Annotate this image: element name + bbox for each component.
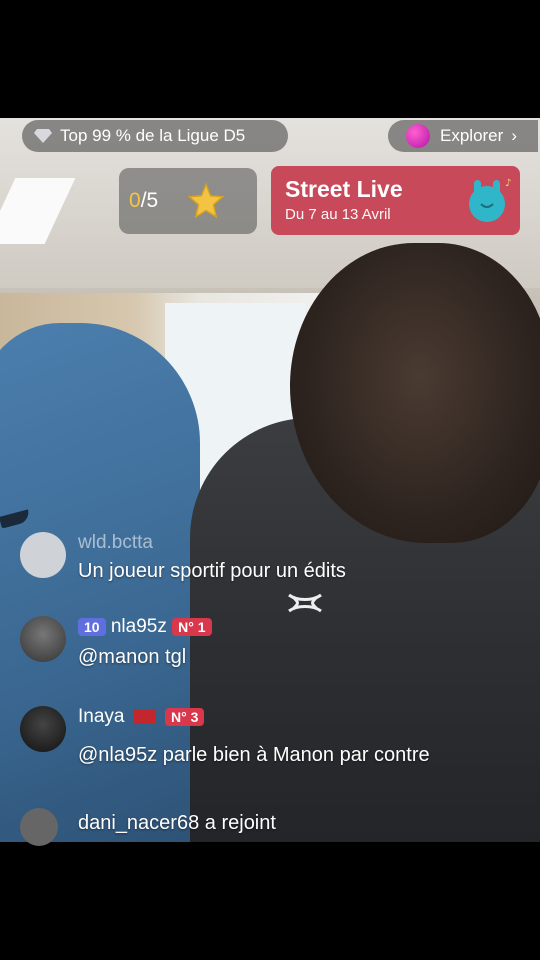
comment-username[interactable]: wld.bctta — [78, 532, 153, 554]
comment-text: @manon tgl — [78, 646, 187, 668]
rock-hand-icon: ♪ — [469, 178, 511, 222]
comment-text: Un joueur sportif pour un édits — [78, 560, 346, 582]
comment-username: nla95z — [110, 616, 167, 637]
comment-text: @nla95z parle bien à Manon par contre — [78, 744, 430, 766]
league-rank-text: Top 99 % de la Ligue D5 — [60, 126, 246, 145]
svg-text:♪: ♪ — [505, 178, 511, 189]
banner-dates: Du 7 au 13 Avril — [285, 206, 391, 223]
join-text: dani_nacer68 a rejoint — [78, 812, 276, 834]
explore-label: Explorer — [440, 126, 504, 145]
flag-icon — [133, 709, 156, 725]
avatar[interactable] — [20, 706, 66, 752]
avatar[interactable] — [20, 532, 66, 578]
explore-icon — [406, 124, 430, 148]
comment-username-row[interactable]: Inaya N° 3 — [78, 706, 205, 728]
street-live-banner[interactable]: Street Live Du 7 au 13 Avril ♪ — [271, 166, 520, 235]
under-armour-logo — [288, 593, 322, 613]
star-icon — [188, 183, 225, 219]
explore-button[interactable]: Explorer › — [388, 120, 538, 152]
avatar[interactable] — [20, 616, 66, 662]
banner-title: Street Live — [285, 176, 403, 202]
goal-progress-widget[interactable]: 0/5 — [119, 168, 257, 234]
diamond-icon — [34, 129, 52, 143]
rank-badge: N° 3 — [165, 707, 205, 726]
level-badge: 10 — [78, 617, 106, 636]
wave-hand-icon — [20, 808, 58, 846]
chevron-right-icon: › — [511, 126, 517, 145]
comment-username-row[interactable]: 10 nla95z N° 1 — [78, 616, 212, 638]
league-rank-pill[interactable]: Top 99 % de la Ligue D5 — [22, 120, 288, 152]
rank-badge: N° 1 — [172, 617, 212, 636]
goal-progress: 0/5 — [129, 189, 159, 212]
comment-username: Inaya — [78, 706, 125, 727]
